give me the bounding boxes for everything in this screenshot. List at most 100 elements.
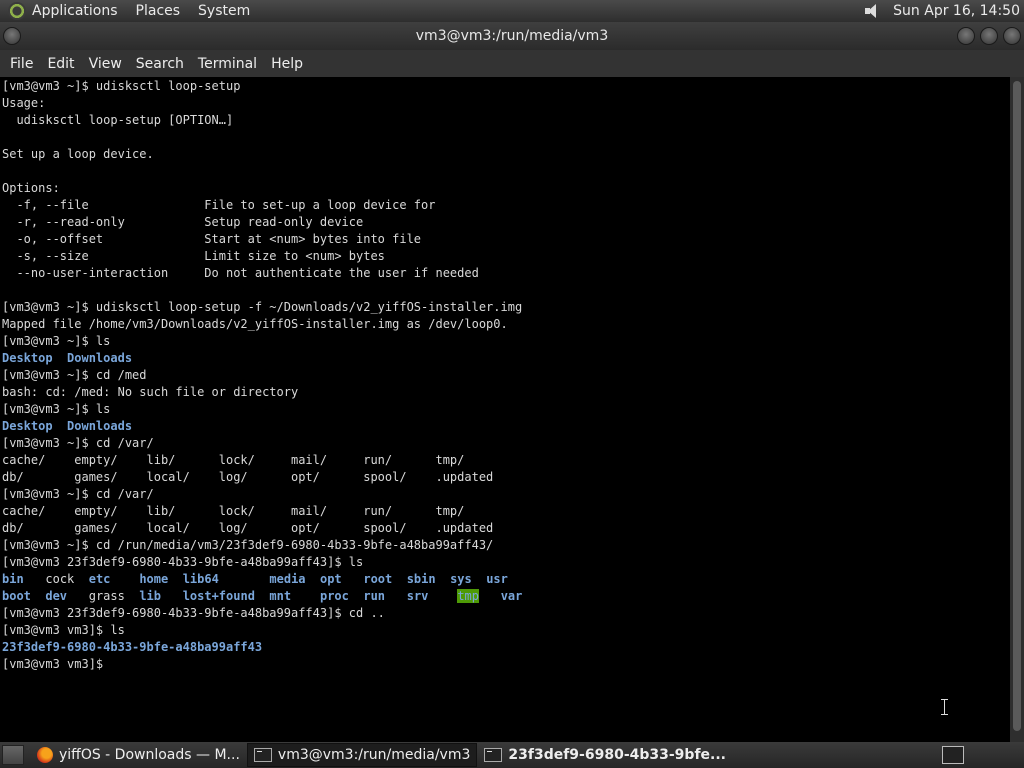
terminal-scrollbar[interactable] [1010,77,1024,742]
directory-entry: media [269,572,306,586]
directory-entry: sys [450,572,472,586]
task-terminal-2[interactable]: 23f3def9-6980-4b33-9bfe... [477,743,733,767]
terminal-line: -r, --read-only Setup read-only device [2,215,364,229]
top-panel: Applications Places System Sun Apr 16, 1… [0,0,1024,22]
directory-entry: lib [139,589,161,603]
terminal-line: [vm3@vm3 ~]$ cd /var/ [2,436,154,450]
directory-entry: proc [319,589,349,603]
terminal-line: [vm3@vm3 vm3]$ ls [2,623,125,637]
terminal-line: [vm3@vm3 vm3]$ [2,657,111,671]
terminal-line: Set up a loop device. [2,147,154,161]
terminal-line: cache/ empty/ lib/ lock/ mail/ run/ tmp/ [2,504,465,518]
terminal-line: [vm3@vm3 ~]$ cd /var/ [2,487,154,501]
directory-entry: mnt [269,589,292,603]
menu-search[interactable]: Search [136,56,184,72]
terminal-line: [vm3@vm3 ~]$ cd /run/media/vm3/23f3def9-… [2,538,494,552]
terminal-line: [vm3@vm3 ~]$ cd /med [2,368,147,382]
tray-terminal-icon[interactable] [942,746,964,764]
directory-entry: srv [406,589,429,603]
directory-entry: var [500,589,523,603]
terminal-line: udisksctl loop-setup [OPTION…] [2,113,234,127]
terminal-line: Usage: [2,96,46,110]
menu-edit[interactable]: Edit [47,56,74,72]
maximize-button[interactable] [980,27,998,45]
directory-entry: run [363,589,386,603]
directory-entry: dev [45,589,68,603]
task-label: vm3@vm3:/run/media/vm3 [277,747,471,763]
clock[interactable]: Sun Apr 16, 14:50 [893,3,1020,19]
terminal-line: bash: cd: /med: No such file or director… [2,385,299,399]
terminal-line: -f, --file File to set-up a loop device … [2,198,436,212]
directory-entry: Desktop [2,419,53,433]
terminal-icon [253,748,272,762]
directory-entry-sticky: tmp [457,589,479,603]
terminal-line: [vm3@vm3 23f3def9-6980-4b33-9bfe-a48ba99… [2,606,385,620]
terminal-line: bin cock etc home lib64 media opt root s… [2,571,1010,588]
task-firefox[interactable]: yiffOS - Downloads — M... [30,743,247,767]
scrollbar-thumb[interactable] [1013,81,1021,731]
applications-menu[interactable]: Applications [32,3,118,19]
directory-entry: Desktop [2,351,53,365]
minimize-button[interactable] [957,27,975,45]
terminal-line: Mapped file /home/vm3/Downloads/v2_yiffO… [2,317,508,331]
terminal-output[interactable]: [vm3@vm3 ~]$ udisksctl loop-setup Usage: … [0,77,1010,742]
volume-icon[interactable] [863,3,883,19]
terminal-line: -s, --size Limit size to <num> bytes [2,249,385,263]
distro-logo-icon[interactable] [8,2,26,20]
directory-entry: usr [486,572,508,586]
window-titlebar[interactable]: vm3@vm3:/run/media/vm3 [0,22,1024,50]
directory-entry: etc [88,572,111,586]
terminal-line: Options: [2,181,60,195]
terminal-line: [vm3@vm3 23f3def9-6980-4b33-9bfe-a48ba99… [2,555,364,569]
terminal-line: Desktop Downloads [2,418,1010,435]
show-desktop-icon[interactable] [2,745,24,765]
terminal-line: cache/ empty/ lib/ lock/ mail/ run/ tmp/ [2,453,465,467]
task-terminal-1[interactable]: vm3@vm3:/run/media/vm3 [246,743,478,767]
directory-entry: lib64 [182,572,219,586]
window-title: vm3@vm3:/run/media/vm3 [415,28,609,44]
terminal-menubar: File Edit View Search Terminal Help [0,50,1024,77]
places-menu[interactable]: Places [136,3,181,19]
system-menu[interactable]: System [198,3,250,19]
terminal-line: db/ games/ local/ log/ opt/ spool/ .upda… [2,521,494,535]
close-button[interactable] [1003,27,1021,45]
terminal-line: [vm3@vm3 ~]$ udisksctl loop-setup [2,79,241,93]
directory-entry: 23f3def9-6980-4b33-9bfe-a48ba99aff43 [2,640,263,654]
terminal-line: [vm3@vm3 ~]$ ls [2,402,111,416]
task-label: yiffOS - Downloads — M... [59,747,240,763]
directory-entry: root [363,572,393,586]
directory-entry: lost+found [182,589,255,603]
menu-terminal[interactable]: Terminal [198,56,257,72]
menu-help[interactable]: Help [271,56,303,72]
terminal-line: boot dev grass lib lost+found mnt proc r… [2,588,1010,605]
terminal-line: --no-user-interaction Do not authenticat… [2,266,479,280]
terminal-line: 23f3def9-6980-4b33-9bfe-a48ba99aff43 [2,639,1010,656]
menu-file[interactable]: File [10,56,33,72]
terminal-icon [484,748,503,762]
directory-entry: Downloads [67,351,133,365]
menu-view[interactable]: View [89,56,122,72]
text-cursor-icon [940,699,949,715]
directory-entry: sbin [406,572,436,586]
